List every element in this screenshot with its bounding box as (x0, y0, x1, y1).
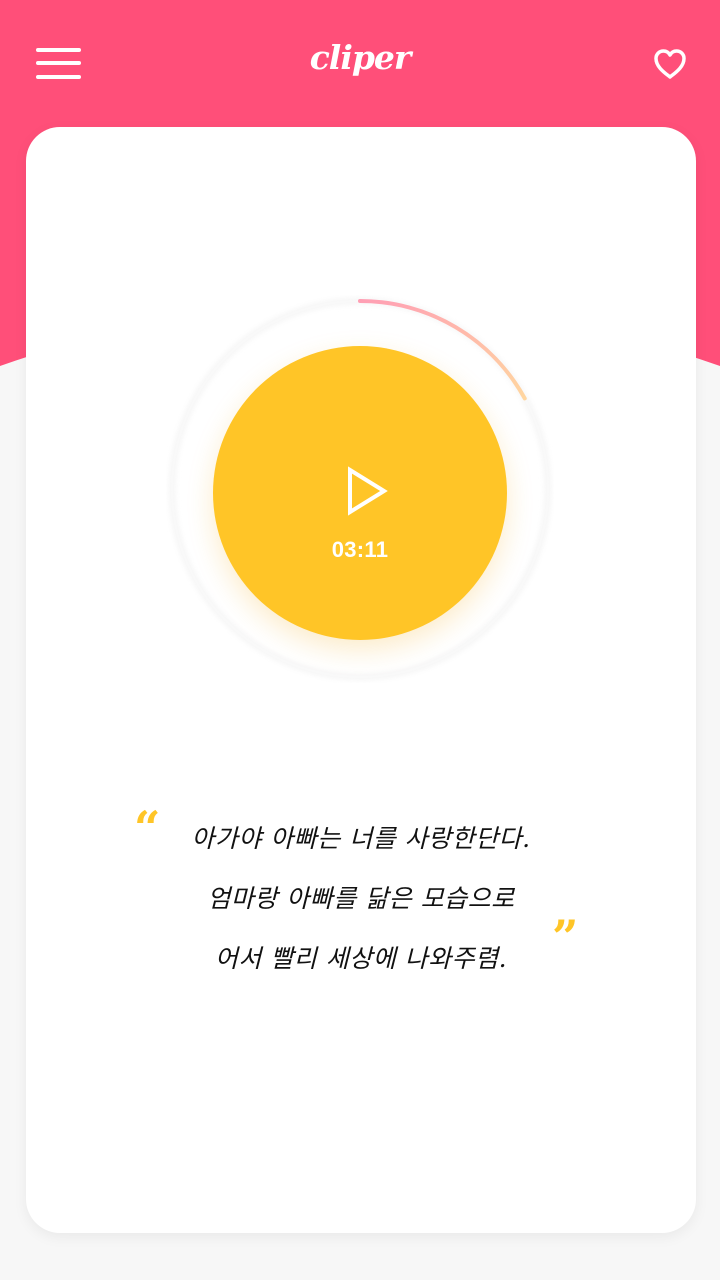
content-card: 03:11 “ 아가야 아빠는 너를 사랑한단다. 엄마랑 아빠를 닮은 모습으… (26, 127, 696, 1233)
play-button[interactable]: 03:11 (213, 346, 507, 640)
quote-text: 아가야 아빠는 너를 사랑한단다. 엄마랑 아빠를 닮은 모습으로 어서 빨리 … (136, 809, 586, 989)
menu-button[interactable] (36, 48, 82, 80)
heart-outline-icon (654, 49, 686, 79)
playback-time: 03:11 (331, 537, 389, 562)
quote-line: 아가야 아빠는 너를 사랑한단다. (191, 824, 531, 853)
quote-line: 엄마랑 아빠를 닮은 모습으로 (207, 884, 515, 913)
play-triangle-icon (348, 466, 388, 516)
favorite-button[interactable] (652, 46, 688, 82)
top-bar: cliper (0, 0, 720, 128)
app-screen: cliper 03:11 “ 아가야 아빠는 너를 사랑한단다. 엄마랑 아빠를… (0, 0, 720, 1280)
app-logo: cliper (309, 38, 412, 77)
quote-line: 어서 빨리 세상에 나와주렴. (214, 944, 508, 973)
close-quote-mark: ” (552, 910, 579, 964)
